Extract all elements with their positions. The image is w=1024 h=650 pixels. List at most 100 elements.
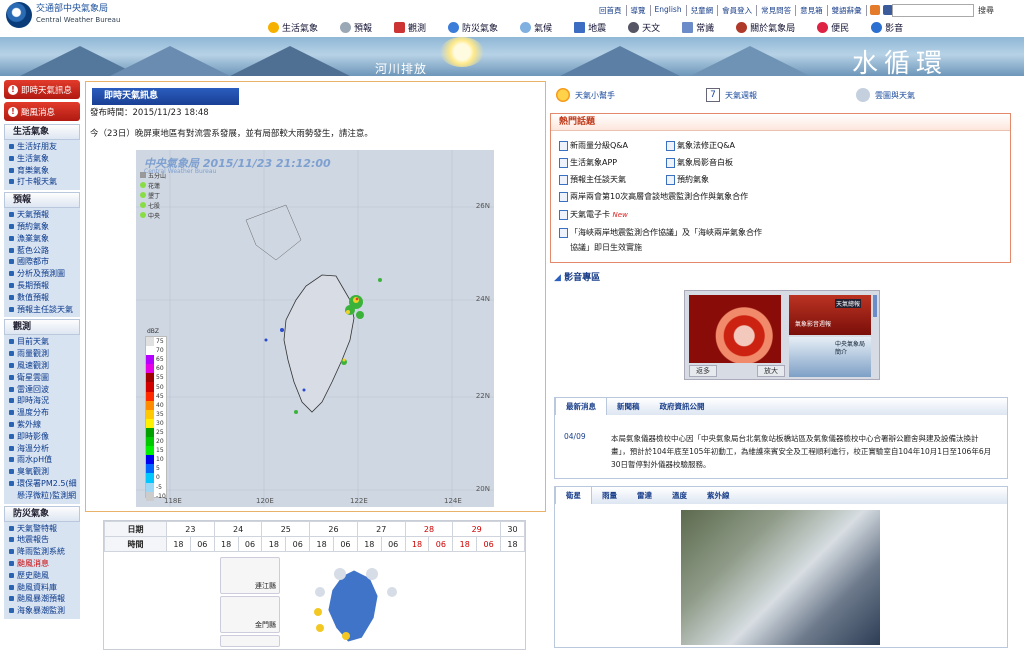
nav-service[interactable]: 便民: [817, 21, 849, 34]
link-feedback[interactable]: 意見箱: [796, 5, 828, 16]
logo[interactable]: 交通部中央氣象局 Central Weather Bureau: [6, 2, 120, 28]
alert-weather-button[interactable]: ! 即時天氣訊息: [4, 80, 80, 99]
link-glossary[interactable]: 雙語辭彙: [828, 5, 867, 16]
sidebar-item[interactable]: 降雨監測系統: [8, 546, 80, 558]
video-thumbnail-main[interactable]: [689, 295, 781, 363]
satellite-image[interactable]: [681, 510, 880, 645]
sidebar-item[interactable]: 颱風暴潮預報: [8, 593, 80, 605]
sidebar-item[interactable]: 風速觀測: [8, 360, 80, 372]
station-legend: 五分山 花蓮 墾丁 七股 中央: [140, 172, 166, 222]
hot-item[interactable]: 兩岸兩會第10次高層會談地震監測合作與氣象合作: [559, 191, 748, 202]
tab-temperature[interactable]: 溫度: [662, 487, 697, 504]
rss-icon[interactable]: [869, 5, 880, 15]
quick-weather-helper[interactable]: 天氣小幫手: [556, 84, 706, 106]
sidebar-item[interactable]: 藍色公路: [8, 245, 80, 257]
sidebar-item[interactable]: 預約氣象: [8, 221, 80, 233]
forecast-box-kinmen[interactable]: 金門縣: [220, 596, 280, 633]
hot-item[interactable]: 預報主任談天氣: [559, 174, 626, 185]
link-english[interactable]: English: [651, 5, 687, 16]
sidebar-item[interactable]: 雷達回波: [8, 384, 80, 396]
link-kids[interactable]: 兒童網: [687, 5, 719, 16]
sidebar-item[interactable]: 海象暴潮監測: [8, 605, 80, 617]
tab-rain[interactable]: 雨量: [592, 487, 627, 504]
forecast-box[interactable]: [220, 635, 280, 647]
nav-observe[interactable]: 觀測: [394, 21, 426, 34]
sidebar-item[interactable]: 預報主任談天氣: [8, 304, 80, 316]
nav-knowledge[interactable]: 常識: [682, 21, 714, 34]
nav-forecast[interactable]: 預報: [340, 21, 372, 34]
hot-item[interactable]: 氣象法修正Q&A: [666, 140, 735, 151]
link-login[interactable]: 會員登入: [718, 5, 758, 16]
typhoon-icon: [448, 22, 460, 33]
sidebar-item[interactable]: 國際都市: [8, 256, 80, 268]
sidebar-item[interactable]: 生活氣象: [8, 153, 80, 165]
link-home[interactable]: 回首頁: [595, 5, 627, 16]
nav-video[interactable]: 影音: [871, 21, 903, 34]
lon-label: 124E: [444, 497, 462, 505]
sidebar-item[interactable]: 育樂氣象: [8, 165, 80, 177]
sidebar-item[interactable]: 雨量觀測: [8, 348, 80, 360]
sidebar-item[interactable]: 即時影像: [8, 431, 80, 443]
sidebar-item[interactable]: 環保署PM2.5(細懸浮微粒)監測網: [8, 478, 80, 502]
tab-satellite[interactable]: 衛星: [555, 487, 592, 504]
nav-disaster[interactable]: 防災氣象: [448, 21, 498, 34]
hot-item[interactable]: 生活氣象APP: [559, 157, 617, 168]
sidebar-item[interactable]: 雨水pH值: [8, 454, 80, 466]
sidebar-item[interactable]: 溫度分布: [8, 407, 80, 419]
sidebar-item[interactable]: 紫外線: [8, 419, 80, 431]
link-faq[interactable]: 常見問答: [757, 5, 797, 16]
lon-label: 118E: [164, 497, 182, 505]
sidebar-item[interactable]: 臭氧觀測: [8, 466, 80, 478]
sidebar-item-current[interactable]: 颱風消息: [8, 558, 80, 570]
scrollbar[interactable]: [873, 295, 877, 317]
sidebar-item[interactable]: 地震報告: [8, 534, 80, 546]
nav-about[interactable]: 關於氣象局: [736, 21, 795, 34]
nav-earthquake[interactable]: 地震: [574, 21, 606, 34]
sidebar-item[interactable]: 漁業氣象: [8, 233, 80, 245]
media-player[interactable]: 返多 放大 天氣總報 氣象影音週報 中央氣象局簡介: [684, 290, 880, 380]
sidebar-item[interactable]: 天氣預報: [8, 209, 80, 221]
hot-item[interactable]: 「海峽兩岸地震監測合作協議」及「海峽兩岸氣象合作: [559, 227, 762, 238]
sidebar-item[interactable]: 目前天氣: [8, 336, 80, 348]
alert-typhoon-button[interactable]: ! 颱風消息: [4, 102, 80, 121]
taiwan-weather-map[interactable]: [300, 562, 410, 645]
sidebar-item[interactable]: 打卡報天氣: [8, 176, 80, 188]
radar-image[interactable]: 中央氣象局 2015/11/23 21:12:00 Central Weathe…: [136, 150, 494, 507]
search-input[interactable]: [892, 4, 974, 17]
nav-life[interactable]: 生活氣象: [268, 21, 318, 34]
tab-uv[interactable]: 紫外線: [697, 487, 740, 504]
forecast-box-lienchiang[interactable]: 連江縣: [220, 557, 280, 594]
news-text[interactable]: 本局氣象儀器檢校中心因「中央氣象局台北氣象站板橋站區及氣象儀器檢校中心合署辦公廳…: [611, 432, 996, 471]
hot-item[interactable]: 新雨量分級Q&A: [559, 140, 628, 151]
tab-press[interactable]: 新聞稿: [607, 398, 650, 415]
hot-item[interactable]: 預約氣象: [666, 174, 709, 185]
earthquake-icon: [574, 22, 586, 33]
sidebar-item[interactable]: 衛星雲圖: [8, 372, 80, 384]
quick-cloud[interactable]: 雲圖與天氣: [856, 84, 1006, 106]
sidebar-item[interactable]: 天氣警特報: [8, 523, 80, 535]
tab-latest-news[interactable]: 最新消息: [555, 398, 607, 415]
tab-radar[interactable]: 雷達: [627, 487, 662, 504]
sidebar-item[interactable]: 長期預報: [8, 280, 80, 292]
nav-astronomy[interactable]: 天文: [628, 21, 660, 34]
tab-gov-info[interactable]: 政府資訊公開: [650, 398, 715, 415]
sidebar-item[interactable]: 生活好朋友: [8, 141, 80, 153]
search-button[interactable]: 搜尋: [978, 5, 994, 16]
sidebar-item[interactable]: 分析及預測圖: [8, 268, 80, 280]
link-guide[interactable]: 導覽: [627, 5, 651, 16]
zoom-button[interactable]: 放大: [757, 365, 785, 377]
hot-item[interactable]: 氣象局影音白板: [666, 157, 733, 168]
nav-climate[interactable]: 氣候: [520, 21, 552, 34]
video-thumbnail-intro[interactable]: 中央氣象局簡介: [789, 337, 871, 377]
hot-item[interactable]: 天氣電子卡 New: [559, 209, 628, 221]
sidebar-item[interactable]: 歷史颱風: [8, 570, 80, 582]
quick-weekly[interactable]: 7 天氣週報: [706, 84, 856, 106]
video-thumbnail-weekly[interactable]: 天氣總報 氣象影音週報: [789, 295, 871, 335]
logo-cn: 交通部中央氣象局: [36, 4, 109, 14]
sidebar-item[interactable]: 即時海況: [8, 395, 80, 407]
sidebar-item[interactable]: 海溫分析: [8, 443, 80, 455]
back-button[interactable]: 返多: [689, 365, 717, 377]
sidebar-item[interactable]: 數值預報: [8, 292, 80, 304]
sidebar-item[interactable]: 颱風資料庫: [8, 582, 80, 594]
hot-item-cont[interactable]: 協議」即日生效實施: [570, 242, 642, 253]
